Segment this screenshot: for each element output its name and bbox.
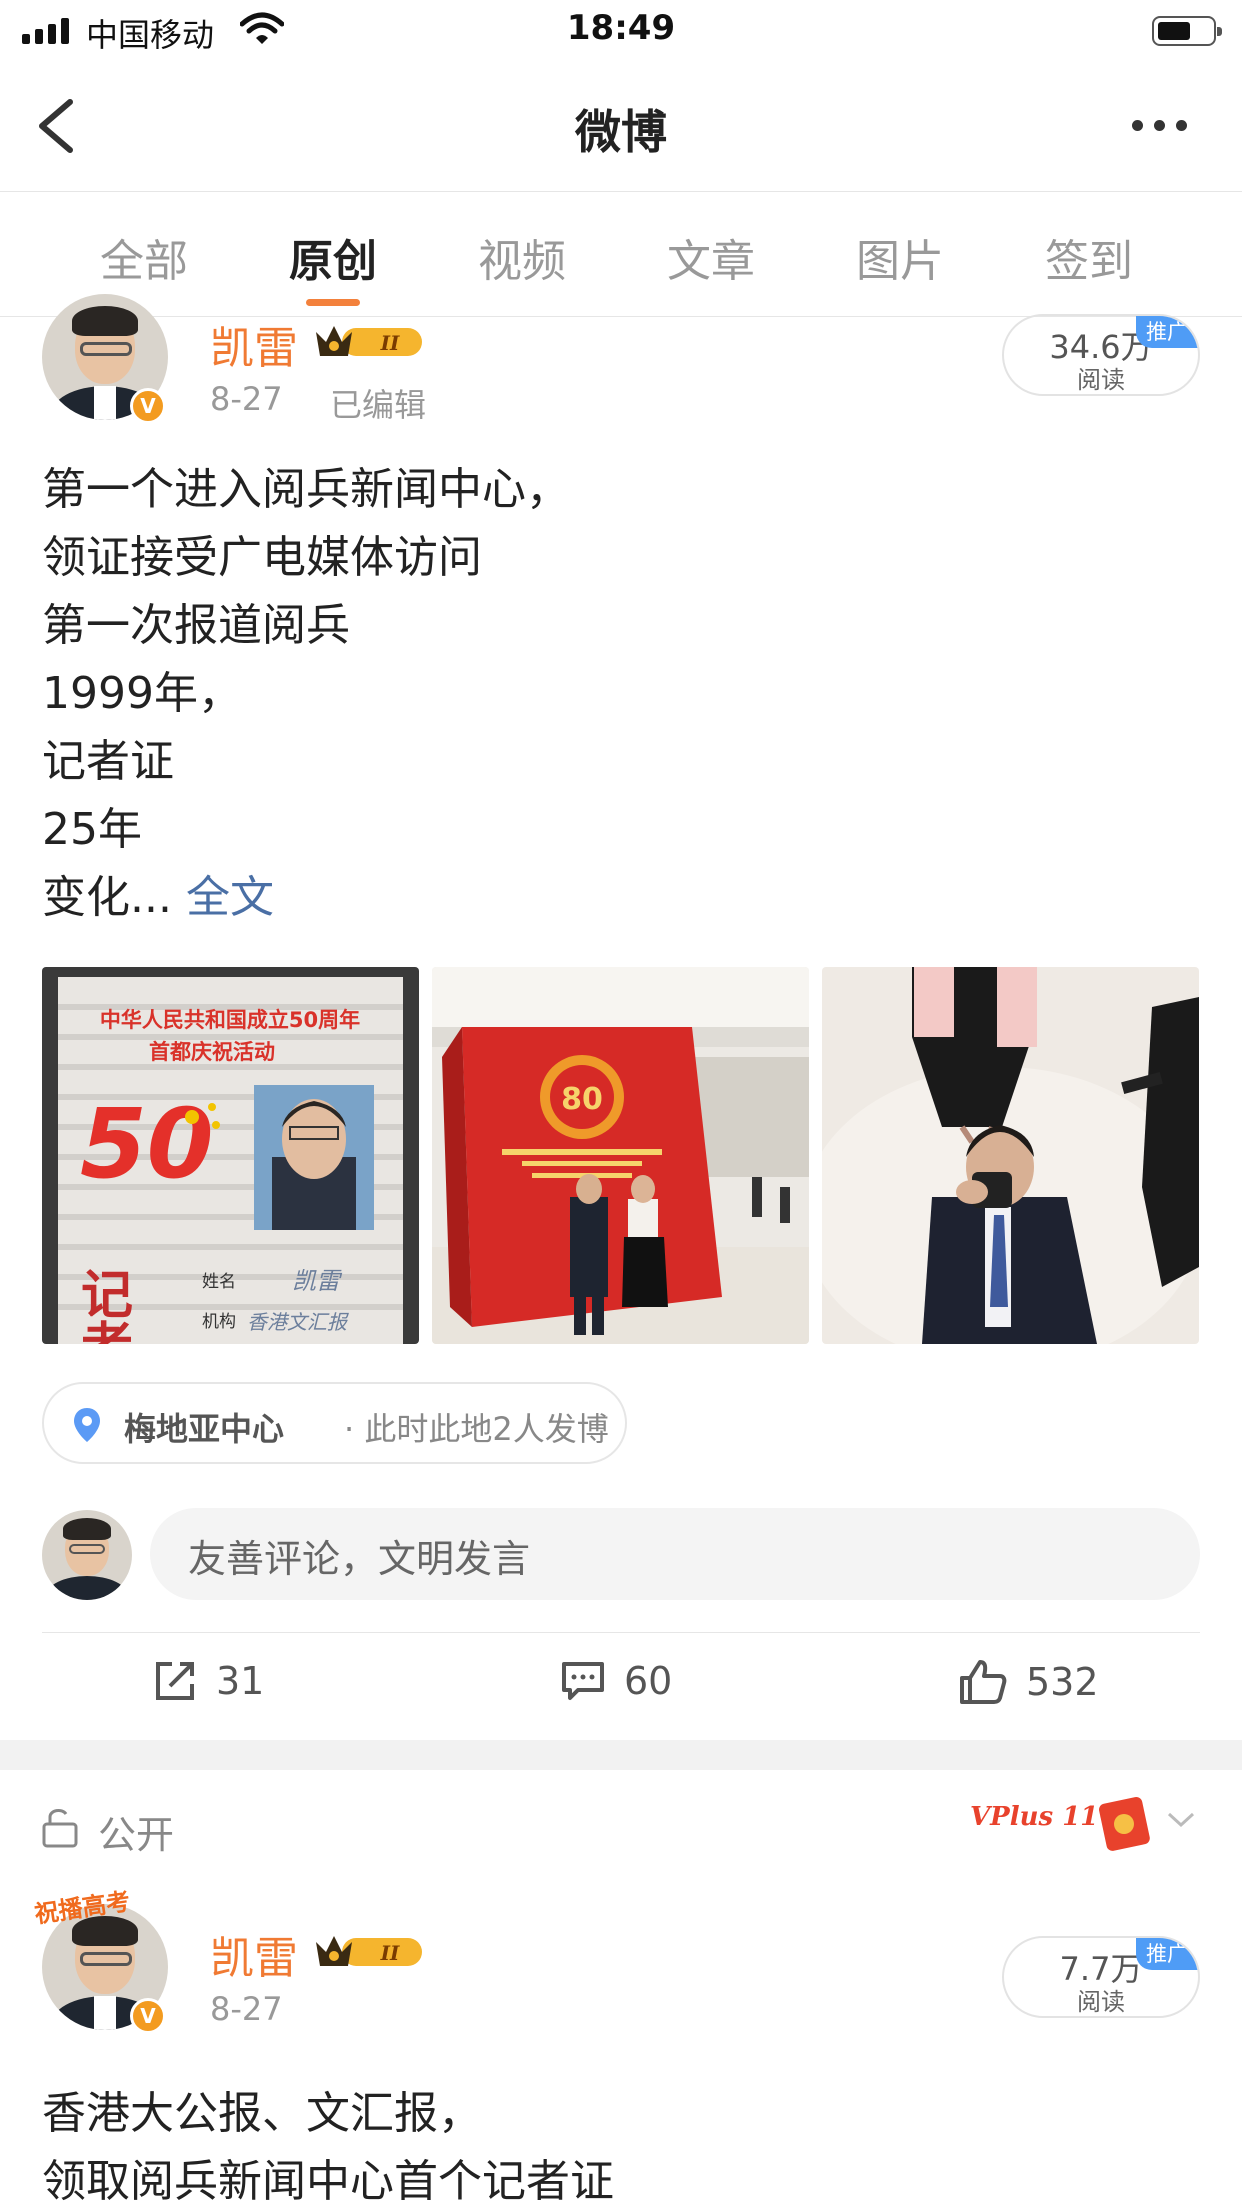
exhibit-emblem-number: 80 [561,1082,603,1117]
tab-articles[interactable]: 文章 [641,225,781,289]
full-text-link[interactable]: 全文 [186,872,274,923]
post-line: 记者证 [42,736,174,787]
card-type: 记者 [72,1267,133,1344]
post-date: 8-27 [210,380,283,418]
post-line: 变化... [42,872,172,923]
repost-icon [156,1662,194,1700]
post-line: 领证接受广电媒体访问 [42,532,482,583]
chevron-down-icon[interactable] [1166,1810,1196,1830]
repost-count: 31 [216,1659,265,1703]
tab-original[interactable]: 原创 [263,225,403,289]
member-level-badge: II [380,1941,400,1965]
divider [42,1632,1200,1633]
location-pin-icon [74,1408,100,1442]
red-envelope-icon [1099,1797,1150,1851]
post-date: 8-27 [210,1990,283,2028]
username[interactable]: 凯雷 [210,1922,298,1986]
post-body: 第一个进入阅兵新闻中心， 领证接受广电媒体访问 第一次报道阅兵 1999年， 记… [42,456,570,932]
page-title: 微博 [575,105,667,159]
post-actions: 31 60 532 [0,1650,1242,1720]
edited-label: 已编辑 [330,386,427,424]
visibility-label: 公开 [98,1813,175,1857]
comment-button[interactable]: 60 [560,1658,672,1704]
feed-separator [0,1740,1242,1770]
nav-bar: 微博 [0,62,1242,192]
post-line-last: 变化... 全文 [42,864,570,932]
unlock-icon [42,1808,78,1848]
post-photo-press-card[interactable]: 中华人民共和国成立50周年 首都庆祝活动 50 记者 姓名 凯雷 机构 香港文汇… [42,967,419,1344]
verified-badge-icon: V [130,388,166,424]
post-line: 领取阅兵新闻中心首个记者证 [42,2156,614,2207]
promote-badge[interactable]: 推广 [1136,1938,1198,1970]
post-line: 25年 [42,804,142,855]
member-crown-icon: II [316,1936,422,1966]
status-bar: 中国移动 18:49 [0,0,1242,62]
card-title-line2: 首都庆祝活动 [149,1040,275,1064]
username[interactable]: 凯雷 [210,312,298,376]
post-photo-exhibit[interactable]: 80 [432,967,809,1344]
post-line: 1999年， [42,668,242,719]
card-org-handwriting: 香港文汇报 [247,1310,349,1334]
tab-checkin[interactable]: 签到 [1019,225,1159,289]
active-tab-indicator [306,299,360,306]
promote-badge[interactable]: 推广 [1136,316,1198,348]
location-name: 梅地亚中心 [124,1410,285,1448]
comment-input[interactable]: 友善评论，文明发言 [150,1508,1200,1600]
more-icon[interactable] [1132,120,1187,131]
read-count-unit: 阅读 [1077,366,1125,394]
weibo-post: 祝播高考 V 凯雷 II 8-27 7.7万 阅读 推广 香港大公报、文汇报， … [0,1880,1242,2208]
filter-tabs: 全部 原创 视频 文章 图片 签到 [0,193,1242,317]
tab-all[interactable]: 全部 [74,225,214,289]
my-avatar [42,1510,132,1600]
comment-count: 60 [624,1659,673,1703]
thumbs-up-icon [960,1660,1007,1704]
clock: 18:49 [566,8,676,48]
verified-badge-icon: V [130,1998,166,2034]
tab-video[interactable]: 视频 [452,225,592,289]
location-activity: · 此时此地2人发博 [344,1410,609,1448]
post-line: 香港大公报、文汇报， [42,2088,482,2139]
visibility-row: 公开 VPlus 11·11 [0,1770,1242,1880]
read-count-pill: 34.6万 阅读 推广 [1002,314,1200,396]
read-count-pill: 7.7万 阅读 推广 [1002,1936,1200,2018]
post-line: 第一次报道阅兵 [42,600,350,651]
comment-composer: 友善评论，文明发言 [0,1500,1242,1610]
battery-icon [1152,16,1222,46]
like-button[interactable]: 532 [958,1658,1099,1706]
post-photo-selfie[interactable] [822,967,1199,1344]
tab-pictures[interactable]: 图片 [830,225,970,289]
location-tag[interactable]: 梅地亚中心 · 此时此地2人发博 [42,1382,627,1464]
vplus-promo-banner[interactable]: VPlus 11·11 [970,1790,1156,1860]
member-level-badge: II [380,331,400,355]
card-signature: 凯雷 [292,1267,343,1295]
repost-button[interactable]: 31 [152,1658,264,1704]
like-count: 532 [1026,1660,1099,1704]
card-field-org: 机构 [202,1312,236,1332]
card-title-line1: 中华人民共和国成立50周年 [100,1008,360,1032]
card-field-name: 姓名 [202,1272,236,1292]
comment-icon [562,1662,604,1700]
post-body: 香港大公报、文汇报， 领取阅兵新闻中心首个记者证 [42,2080,614,2208]
post-line: 第一个进入阅兵新闻中心， [42,464,570,515]
card-big-number: 50 [80,1088,214,1200]
read-count-unit: 阅读 [1077,1988,1125,2016]
member-crown-icon: II [316,326,422,356]
